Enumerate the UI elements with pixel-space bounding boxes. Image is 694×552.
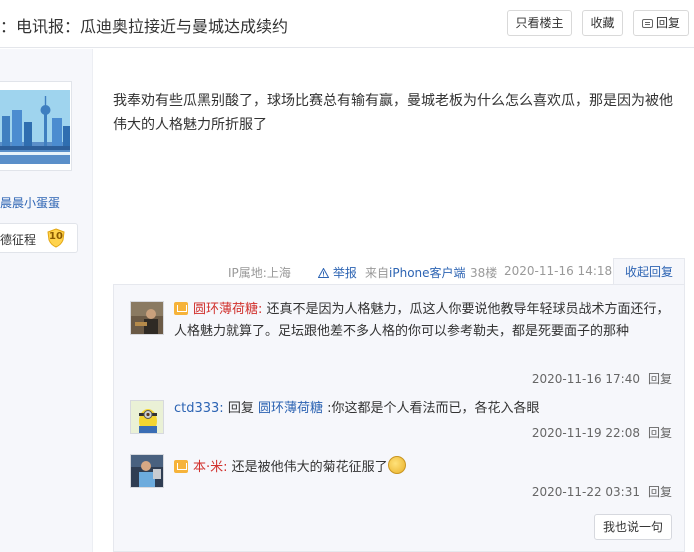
post-content: 我奉劝有些瓜黑别酸了，球场比赛总有输有赢，曼城老板为什么怎么喜欢瓜，那是因为被他… bbox=[113, 93, 673, 133]
reply-meta: 2020-11-19 22:08 回复 bbox=[500, 424, 672, 441]
reply-meta: 2020-11-22 03:31 回复 bbox=[500, 483, 672, 500]
reply-text: :你这都是个人看法而已，各花入各眼 bbox=[327, 401, 540, 416]
reply-time: 2020-11-16 17:40 bbox=[531, 372, 640, 386]
reply-link[interactable]: 回复 bbox=[648, 372, 672, 386]
thread-header: ：电讯报：瓜迪奥拉接近与曼城达成续约 只看楼主 收藏 回复 bbox=[0, 0, 694, 48]
author-column: 晨晨小蛋蛋 德征程 10 bbox=[0, 49, 93, 552]
client-prefix: 来自 bbox=[365, 266, 390, 280]
post-time: 2020-11-16 14:18 bbox=[504, 264, 613, 278]
reply-prefix: 回复 bbox=[227, 401, 254, 416]
reply-time: 2020-11-19 22:08 bbox=[531, 426, 640, 440]
vip-icon bbox=[174, 302, 188, 315]
level-number: 10 bbox=[49, 231, 63, 242]
reply-avatar[interactable] bbox=[130, 454, 164, 488]
smiley-emoji-icon bbox=[387, 456, 406, 474]
reply-avatar[interactable] bbox=[130, 400, 164, 434]
reply-username[interactable]: 圆环薄荷糖: bbox=[193, 302, 262, 317]
reply-meta: 2020-11-16 17:40 回复 bbox=[500, 370, 672, 387]
city-skyline-avatar-image bbox=[0, 82, 71, 170]
vip-icon bbox=[174, 460, 188, 473]
client-link[interactable]: iPhone客户端 bbox=[389, 266, 466, 280]
favorite-button[interactable]: 收藏 bbox=[582, 10, 623, 36]
reply-username[interactable]: 本·米: bbox=[193, 460, 228, 475]
warning-icon bbox=[317, 267, 330, 278]
reply-time: 2020-11-22 03:31 bbox=[531, 485, 640, 499]
reply-link[interactable]: 回复 bbox=[648, 485, 672, 499]
reply-target-username[interactable]: 圆环薄荷糖 bbox=[258, 401, 323, 416]
author-avatar[interactable] bbox=[0, 81, 72, 171]
report-label: 举报 bbox=[332, 266, 357, 280]
reply-button[interactable]: 回复 bbox=[633, 10, 689, 36]
football-player-avatar-image bbox=[131, 455, 163, 487]
musician-avatar-image bbox=[131, 302, 163, 334]
reply-icon bbox=[641, 19, 653, 28]
reply-item: 圆环薄荷糖: 还真不是因为人格魅力，瓜这人你要说他教导年轻球员战术方面还行，人格… bbox=[174, 299, 674, 343]
ip-location: IP属地:上海 bbox=[228, 266, 291, 280]
reply-text: 还是被他伟大的菊花征服了 bbox=[231, 460, 388, 475]
report-link[interactable]: 举报 bbox=[317, 264, 357, 281]
thread-title: ：电讯报：瓜迪奥拉接近与曼城达成续约 bbox=[0, 17, 289, 36]
level-shield-icon: 10 bbox=[46, 228, 66, 248]
reply-username[interactable]: ctd333: bbox=[174, 401, 224, 416]
reply-item: ctd333: 回复 圆环薄荷糖 :你这都是个人看法而已，各花入各眼 bbox=[174, 398, 674, 420]
page-scroll-edge bbox=[689, 49, 694, 552]
author-username[interactable]: 晨晨小蛋蛋 bbox=[0, 194, 60, 211]
reply-item: 本·米: 还是被他伟大的菊花征服了 bbox=[174, 456, 674, 479]
badge-label: 德征程 bbox=[0, 233, 37, 247]
only-owner-button[interactable]: 只看楼主 bbox=[507, 10, 572, 36]
reply-link[interactable]: 回复 bbox=[648, 426, 672, 440]
post-client: 来自iPhone客户端 bbox=[365, 264, 466, 281]
minion-avatar-image bbox=[131, 401, 163, 433]
add-comment-button[interactable]: 我也说一句 bbox=[594, 514, 672, 540]
member-badge[interactable]: 德征程 10 bbox=[0, 223, 78, 253]
collapse-replies-button[interactable]: 收起回复 bbox=[613, 258, 685, 284]
reply-avatar[interactable] bbox=[130, 301, 164, 335]
reply-button-label: 回复 bbox=[655, 16, 680, 30]
floor-number: 38楼 bbox=[470, 266, 498, 280]
